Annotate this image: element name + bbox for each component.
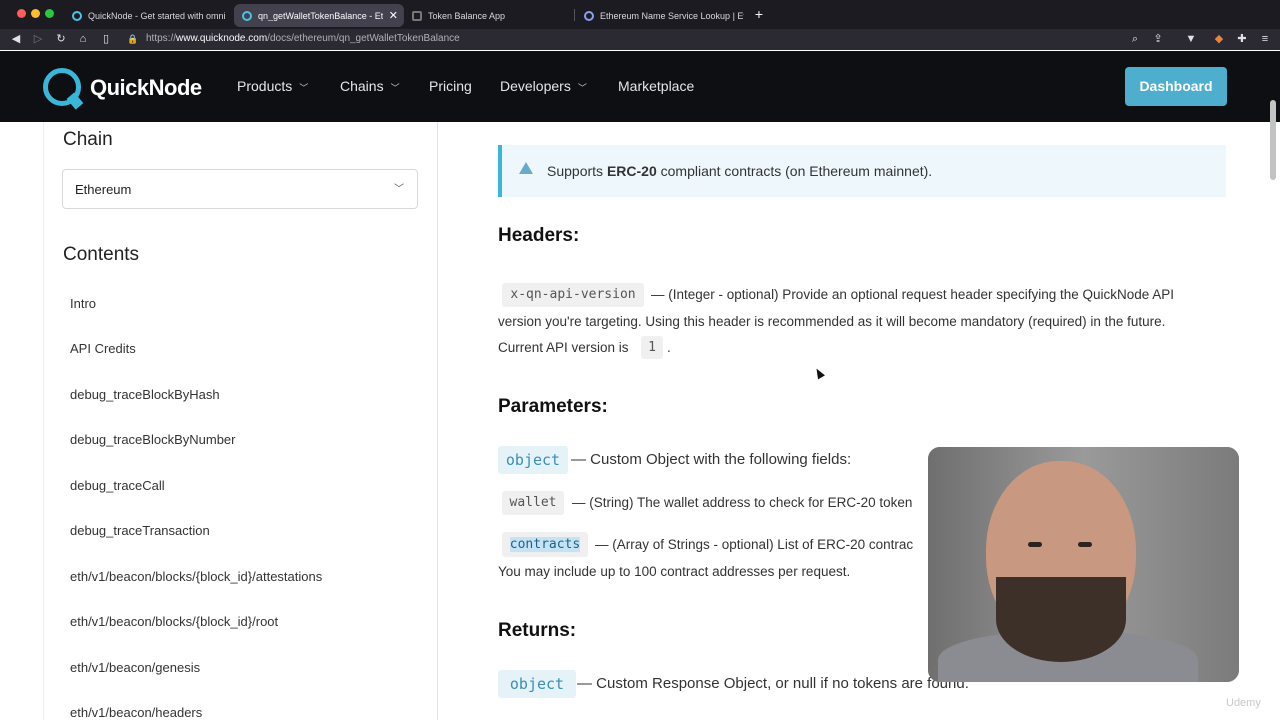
nav-products[interactable]: Products ﹀ <box>237 78 308 94</box>
share-icon[interactable]: ⇪ <box>1150 32 1166 47</box>
contracts-field-code: contracts <box>502 532 588 557</box>
address-bar[interactable]: https://www.quicknode.com/docs/ethereum/… <box>146 33 460 44</box>
tab-qn-getwallettokenbalance[interactable]: qn_getWalletTokenBalance - Et ✕ <box>234 4 404 27</box>
shield-icon[interactable]: ▼ <box>1183 32 1199 47</box>
window-maximize-button[interactable] <box>45 9 54 18</box>
contracts-highlighted-text: contracts <box>509 537 581 552</box>
new-tab-button[interactable]: + <box>751 7 767 22</box>
callout-text-pre: Supports <box>547 163 607 179</box>
toc-item[interactable]: eth/v1/beacon/genesis <box>70 660 200 675</box>
window-minimize-button[interactable] <box>31 9 40 18</box>
tab-title: Token Balance App <box>428 10 506 21</box>
github-favicon-icon <box>412 10 422 21</box>
reload-icon[interactable]: ↻ <box>53 32 69 47</box>
bookmark-icon[interactable]: ▯ <box>98 32 114 47</box>
param-type-code: object <box>498 446 568 474</box>
tab-close-icon[interactable]: ✕ <box>389 9 398 22</box>
nav-marketplace[interactable]: Marketplace <box>618 78 694 94</box>
tab-ens-lookup[interactable]: Ethereum Name Service Lookup | Et <box>576 4 744 27</box>
home-icon[interactable]: ⌂ <box>75 32 91 47</box>
sentence-period: . <box>667 340 671 355</box>
tab-title: qn_getWalletTokenBalance - Et <box>258 10 383 21</box>
parameters-heading: Parameters: <box>498 396 608 417</box>
callout-text-post: compliant contracts (on Ethereum mainnet… <box>656 163 933 179</box>
chain-select-value: Ethereum <box>75 182 132 197</box>
header-description: — (Integer - optional) Provide an option… <box>651 287 1175 302</box>
callout-text: Supports ERC-20 compliant contracts (on … <box>547 163 932 179</box>
tab-title: Ethereum Name Service Lookup | Et <box>600 10 744 21</box>
chain-select[interactable]: Ethereum ﹀ <box>62 169 418 209</box>
tab-divider <box>574 9 575 21</box>
toc-item[interactable]: eth/v1/beacon/blocks/{block_id}/root <box>70 614 278 629</box>
quicknode-favicon-icon <box>72 10 82 21</box>
forward-icon[interactable]: ▷ <box>30 32 46 47</box>
contracts-field-description: — (Array of Strings - optional) List of … <box>595 537 914 552</box>
return-type-code: object <box>498 670 576 698</box>
chevron-down-icon: ﹀ <box>394 184 404 195</box>
ethereum-favicon-icon <box>584 10 594 21</box>
header-description: version you're targeting. Using this hea… <box>498 314 1166 329</box>
tab-token-balance-app[interactable]: Token Balance App <box>404 4 572 27</box>
toc-item[interactable]: eth/v1/beacon/headers <box>70 705 202 720</box>
nav-label: Marketplace <box>618 78 695 94</box>
wallet-field-code: wallet <box>502 491 564 515</box>
presenter-beard <box>996 577 1126 662</box>
site-logo-text[interactable]: QuickNode <box>90 75 202 101</box>
chevron-down-icon: ﹀ <box>390 83 400 93</box>
nav-developers[interactable]: Developers ﹀ <box>500 78 587 94</box>
browser-tab-bar: QuickNode - Get started with omni qn_get… <box>0 0 1280 29</box>
presenter-eye <box>1028 542 1042 547</box>
presenter-eye <box>1078 542 1092 547</box>
header-description: Current API version is <box>498 340 629 355</box>
toc-item[interactable]: debug_traceTransaction <box>70 523 210 538</box>
return-description: — Custom Response Object, or null if no … <box>577 675 969 692</box>
toc-item[interactable]: eth/v1/beacon/blocks/{block_id}/attestat… <box>70 569 322 584</box>
toc-item[interactable]: debug_traceBlockByNumber <box>70 432 235 447</box>
page-scrollbar[interactable] <box>1270 100 1276 180</box>
quicknode-favicon-icon <box>242 10 252 21</box>
nav-pricing[interactable]: Pricing <box>429 78 472 94</box>
url-domain: www.quicknode.com <box>176 33 268 44</box>
tab-quicknode-omni[interactable]: QuickNode - Get started with omni <box>64 4 230 27</box>
api-version-code: 1 <box>641 336 663 359</box>
toc-item[interactable]: Intro <box>70 296 96 311</box>
url-path: /docs/ethereum/qn_getWalletTokenBalance <box>267 33 460 44</box>
wallet-field-description: — (String) The wallet address to check f… <box>572 495 913 510</box>
headers-heading: Headers: <box>498 225 580 246</box>
nav-label: Pricing <box>429 78 472 94</box>
returns-heading: Returns: <box>498 620 577 641</box>
chevron-down-icon: ﹀ <box>577 83 587 93</box>
nav-chains[interactable]: Chains ﹀ <box>340 78 400 94</box>
back-icon[interactable]: ◀ <box>8 32 24 47</box>
metamask-icon[interactable]: ◆ <box>1211 32 1227 47</box>
udemy-watermark: Udemy <box>1226 697 1261 709</box>
url-scheme: https:// <box>146 33 177 44</box>
lock-icon: 🔒 <box>127 34 139 44</box>
chevron-down-icon: ﹀ <box>299 83 309 93</box>
toc-item[interactable]: debug_traceCall <box>70 478 165 493</box>
window-close-button[interactable] <box>17 9 26 18</box>
zoom-icon[interactable]: ⌕ <box>1127 32 1143 47</box>
chain-heading: Chain <box>63 129 113 150</box>
dashboard-button[interactable]: Dashboard <box>1125 67 1227 106</box>
toc-item[interactable]: debug_traceBlockByHash <box>70 387 220 402</box>
menu-icon[interactable]: ≡ <box>1257 32 1273 47</box>
docs-sidebar <box>43 122 438 720</box>
toc-item[interactable]: API Credits <box>70 341 136 356</box>
nav-label: Developers <box>500 78 571 94</box>
contracts-field-description: You may include up to 100 contract addre… <box>498 564 851 579</box>
nav-label: Products <box>237 78 293 94</box>
param-description: — Custom Object with the following field… <box>571 451 852 468</box>
callout-text-bold: ERC-20 <box>606 163 657 179</box>
warning-icon <box>519 162 533 174</box>
browser-toolbar: ◀ ▷ ↻ ⌂ ▯ 🔒 https://www.quicknode.com/do… <box>0 29 1280 50</box>
contents-heading: Contents <box>63 244 140 265</box>
tab-title: QuickNode - Get started with omni <box>88 10 226 21</box>
nav-label: Chains <box>340 78 384 94</box>
webcam-overlay <box>928 447 1239 682</box>
header-name-code: x-qn-api-version <box>502 283 644 307</box>
extensions-icon[interactable]: ✚ <box>1234 32 1250 47</box>
